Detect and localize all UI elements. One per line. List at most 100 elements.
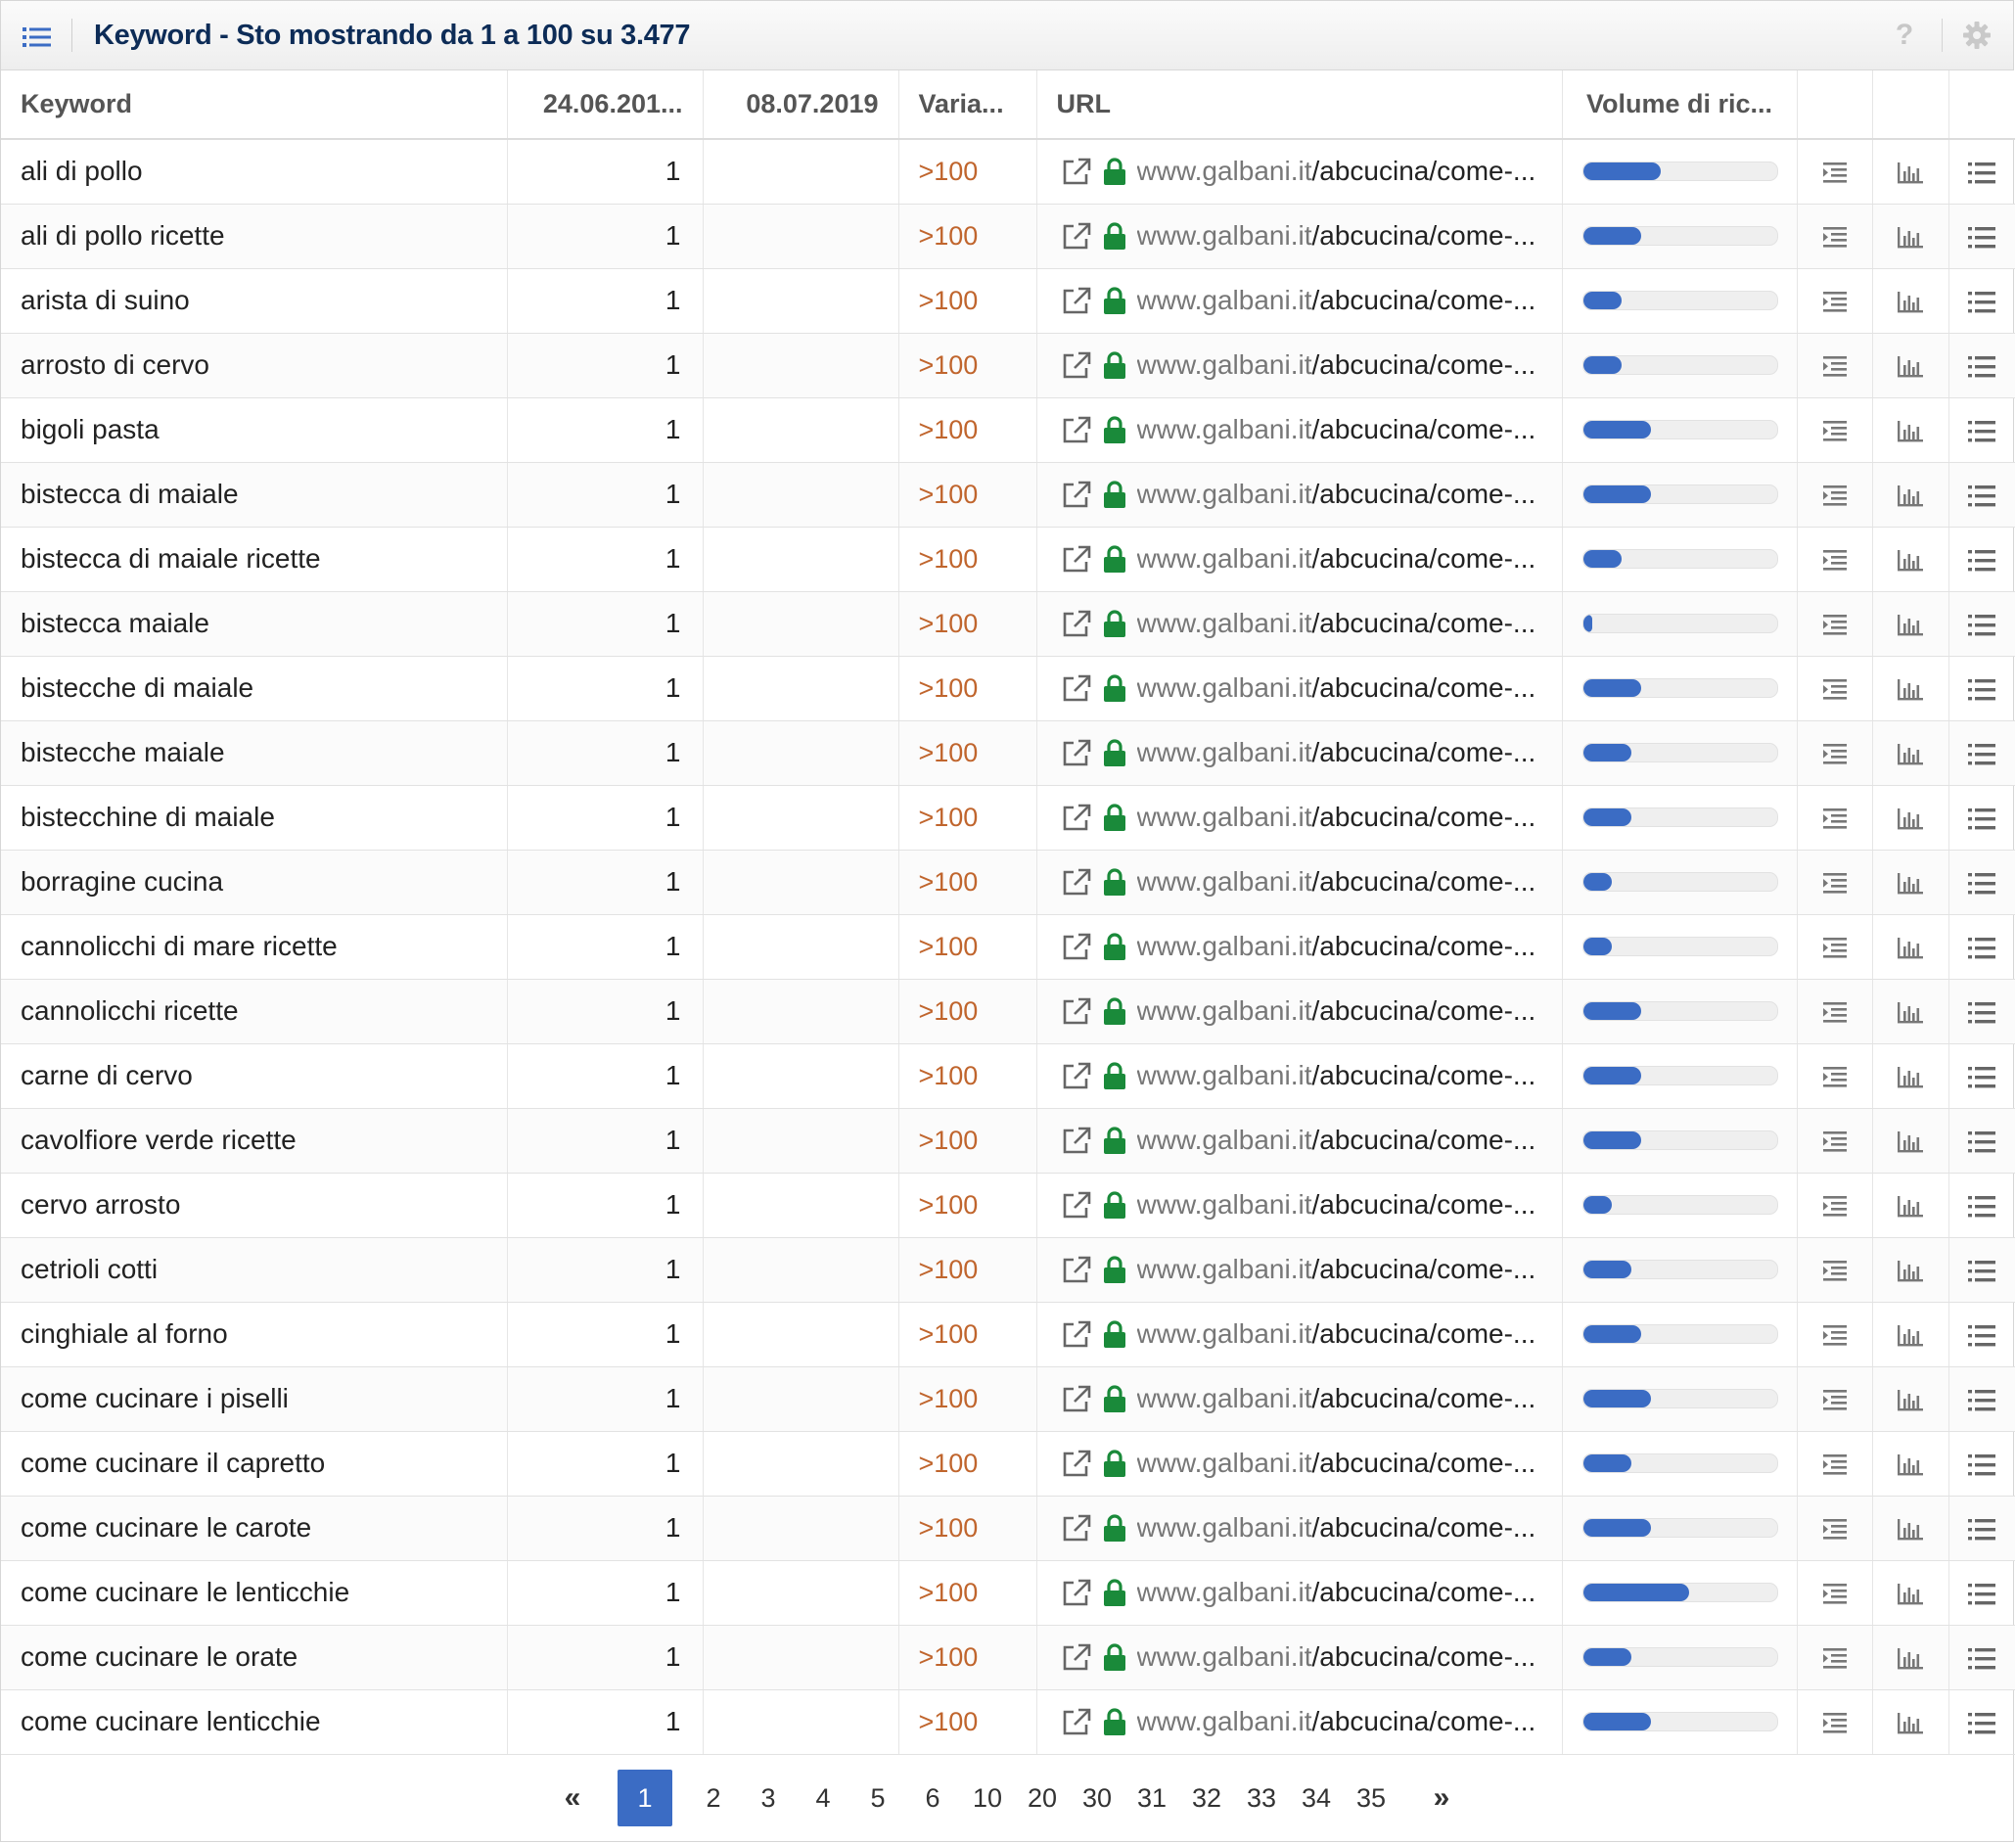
url-link[interactable]: www.galbani.it/abcucina/come-...: [1137, 802, 1536, 833]
ranking-history-button[interactable]: [1871, 785, 1948, 851]
url-link[interactable]: www.galbani.it/abcucina/come-...: [1137, 1641, 1536, 1673]
keyword-cell[interactable]: bistecca di maiale: [1, 462, 507, 528]
keyword-list-button[interactable]: [1947, 462, 2015, 528]
url-link[interactable]: www.galbani.it/abcucina/come-...: [1137, 737, 1536, 768]
external-link-icon[interactable]: [1061, 1642, 1092, 1672]
page-button[interactable]: 20: [1015, 1770, 1070, 1826]
keyword-list-button[interactable]: [1947, 979, 2015, 1044]
external-link-icon[interactable]: [1061, 1449, 1092, 1478]
url-link[interactable]: www.galbani.it/abcucina/come-...: [1137, 1060, 1536, 1091]
external-link-icon[interactable]: [1061, 1578, 1092, 1607]
serp-details-button[interactable]: [1796, 914, 1872, 980]
ranking-history-button[interactable]: [1871, 397, 1948, 463]
ranking-history-button[interactable]: [1871, 1173, 1948, 1238]
keyword-cell[interactable]: come cucinare le carote: [1, 1496, 507, 1561]
url-link[interactable]: www.galbani.it/abcucina/come-...: [1137, 543, 1536, 575]
external-link-icon[interactable]: [1061, 1061, 1092, 1090]
serp-details-button[interactable]: [1796, 397, 1872, 463]
external-link-icon[interactable]: [1061, 996, 1092, 1026]
url-link[interactable]: www.galbani.it/abcucina/come-...: [1137, 1318, 1536, 1350]
external-link-icon[interactable]: [1061, 1319, 1092, 1349]
serp-details-button[interactable]: [1796, 1366, 1872, 1432]
keyword-list-button[interactable]: [1947, 204, 2015, 269]
keyword-cell[interactable]: cervo arrosto: [1, 1173, 507, 1238]
keyword-list-button[interactable]: [1947, 527, 2015, 592]
url-link[interactable]: www.galbani.it/abcucina/come-...: [1137, 1189, 1536, 1221]
serp-details-button[interactable]: [1796, 1237, 1872, 1303]
keyword-cell[interactable]: bistecca maiale: [1, 591, 507, 657]
serp-details-button[interactable]: [1796, 1108, 1872, 1174]
serp-details-button[interactable]: [1796, 1625, 1872, 1690]
url-link[interactable]: www.galbani.it/abcucina/come-...: [1137, 414, 1536, 445]
keyword-list-button[interactable]: [1947, 1431, 2015, 1497]
external-link-icon[interactable]: [1061, 738, 1092, 767]
url-link[interactable]: www.galbani.it/abcucina/come-...: [1137, 1383, 1536, 1414]
help-icon[interactable]: ?: [1888, 19, 1921, 52]
serp-details-button[interactable]: [1796, 591, 1872, 657]
keyword-cell[interactable]: come cucinare il capretto: [1, 1431, 507, 1497]
keyword-list-button[interactable]: [1947, 333, 2015, 398]
url-link[interactable]: www.galbani.it/abcucina/come-...: [1137, 349, 1536, 381]
keyword-cell[interactable]: bistecchine di maiale: [1, 785, 507, 851]
keyword-list-button[interactable]: [1947, 1302, 2015, 1367]
keyword-list-button[interactable]: [1947, 397, 2015, 463]
gear-icon[interactable]: [1960, 19, 1993, 52]
ranking-history-button[interactable]: [1871, 1366, 1948, 1432]
page-button[interactable]: 31: [1124, 1770, 1179, 1826]
column-header-date2[interactable]: 08.07.2019: [702, 70, 898, 140]
url-link[interactable]: www.galbani.it/abcucina/come-...: [1137, 672, 1536, 704]
page-button[interactable]: 10: [960, 1770, 1015, 1826]
page-button[interactable]: 34: [1289, 1770, 1344, 1826]
serp-details-button[interactable]: [1796, 527, 1872, 592]
keyword-cell[interactable]: come cucinare le orate: [1, 1625, 507, 1690]
serp-details-button[interactable]: [1796, 1302, 1872, 1367]
page-button[interactable]: 30: [1070, 1770, 1124, 1826]
keyword-cell[interactable]: ali di pollo ricette: [1, 204, 507, 269]
page-button-active[interactable]: 1: [618, 1770, 672, 1826]
ranking-history-button[interactable]: [1871, 591, 1948, 657]
serp-details-button[interactable]: [1796, 785, 1872, 851]
external-link-icon[interactable]: [1061, 350, 1092, 380]
ranking-history-button[interactable]: [1871, 720, 1948, 786]
url-link[interactable]: www.galbani.it/abcucina/come-...: [1137, 608, 1536, 639]
external-link-icon[interactable]: [1061, 415, 1092, 444]
keyword-cell[interactable]: bistecche di maiale: [1, 656, 507, 721]
serp-details-button[interactable]: [1796, 268, 1872, 334]
page-button[interactable]: 3: [741, 1770, 796, 1826]
keyword-cell[interactable]: arrosto di cervo: [1, 333, 507, 398]
keyword-cell[interactable]: cavolfiore verde ricette: [1, 1108, 507, 1174]
ranking-history-button[interactable]: [1871, 914, 1948, 980]
ranking-history-button[interactable]: [1871, 1302, 1948, 1367]
keyword-cell[interactable]: cinghiale al forno: [1, 1302, 507, 1367]
url-link[interactable]: www.galbani.it/abcucina/come-...: [1137, 866, 1536, 898]
external-link-icon[interactable]: [1061, 932, 1092, 961]
column-header-url[interactable]: URL: [1035, 70, 1562, 140]
ranking-history-button[interactable]: [1871, 1108, 1948, 1174]
ranking-history-button[interactable]: [1871, 979, 1948, 1044]
serp-details-button[interactable]: [1796, 1043, 1872, 1109]
url-link[interactable]: www.galbani.it/abcucina/come-...: [1137, 220, 1536, 252]
keyword-list-button[interactable]: [1947, 785, 2015, 851]
ranking-history-button[interactable]: [1871, 1431, 1948, 1497]
url-link[interactable]: www.galbani.it/abcucina/come-...: [1137, 285, 1536, 316]
keyword-cell[interactable]: borragine cucina: [1, 850, 507, 915]
ranking-history-button[interactable]: [1871, 139, 1948, 205]
ranking-history-button[interactable]: [1871, 656, 1948, 721]
keyword-cell[interactable]: carne di cervo: [1, 1043, 507, 1109]
serp-details-button[interactable]: [1796, 656, 1872, 721]
url-link[interactable]: www.galbani.it/abcucina/come-...: [1137, 931, 1536, 962]
keyword-cell[interactable]: cannolicchi ricette: [1, 979, 507, 1044]
external-link-icon[interactable]: [1061, 867, 1092, 897]
page-button[interactable]: 5: [850, 1770, 905, 1826]
keyword-cell[interactable]: bistecca di maiale ricette: [1, 527, 507, 592]
page-button[interactable]: 33: [1234, 1770, 1289, 1826]
serp-details-button[interactable]: [1796, 462, 1872, 528]
url-link[interactable]: www.galbani.it/abcucina/come-...: [1137, 156, 1536, 187]
url-link[interactable]: www.galbani.it/abcucina/come-...: [1137, 995, 1536, 1027]
external-link-icon[interactable]: [1061, 480, 1092, 509]
keyword-cell[interactable]: come cucinare i piselli: [1, 1366, 507, 1432]
keyword-cell[interactable]: arista di suino: [1, 268, 507, 334]
column-header-keyword[interactable]: Keyword: [1, 70, 507, 140]
url-link[interactable]: www.galbani.it/abcucina/come-...: [1137, 1448, 1536, 1479]
external-link-icon[interactable]: [1061, 1513, 1092, 1543]
